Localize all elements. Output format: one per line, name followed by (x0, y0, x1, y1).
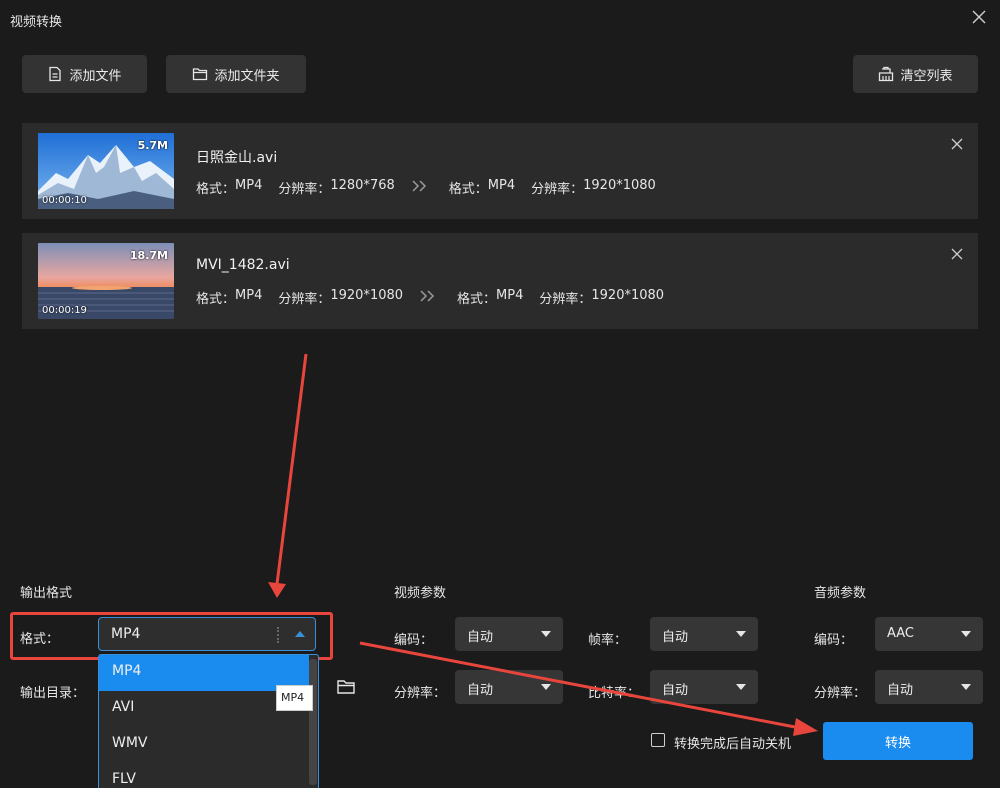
remove-file-icon[interactable] (950, 137, 964, 151)
file-size: 18.7M (129, 249, 168, 262)
src-format-label: 格式： (196, 292, 236, 307)
add-folder-button[interactable]: 添加文件夹 (166, 55, 306, 93)
file-size: 5.7M (137, 139, 168, 152)
framerate-value: 自动 (662, 630, 689, 645)
file-row[interactable]: 5.7M 00:00:10 日照金山.avi 格式： MP4 分辨率： 1280… (22, 123, 978, 219)
file-name: 日照金山.avi (196, 150, 278, 166)
framerate-label: 帧率： (588, 633, 628, 648)
src-format-label: 格式： (196, 182, 236, 197)
file-info: 格式： MP4 分辨率： 1920*1080 格式： MP4 分辨率： 1920… (196, 288, 664, 307)
add-folder-label: 添加文件夹 (214, 68, 280, 84)
file-row[interactable]: 18.7M 00:00:19 MVI_1482.avi 格式： MP4 分辨率：… (22, 233, 978, 329)
caret-down-icon (541, 631, 551, 637)
video-res-value: 自动 (467, 683, 494, 698)
caret-down-icon (541, 684, 551, 690)
window-title: 视频转换 (10, 15, 63, 30)
dst-format: MP4 (487, 178, 516, 193)
dropdown-scrollbar[interactable] (309, 659, 317, 785)
video-thumbnail: 5.7M 00:00:10 (38, 133, 174, 209)
src-format: MP4 (235, 288, 263, 303)
auto-shutdown-label: 转换完成后自动关机 (674, 737, 792, 752)
audio-codec-dropdown[interactable]: AAC (875, 617, 983, 651)
audio-res-value: 自动 (887, 683, 914, 698)
annotation-highlight-box (10, 612, 333, 660)
caret-down-icon (961, 631, 971, 637)
bitrate-label: 比特率： (588, 686, 641, 701)
audio-res-dropdown[interactable]: 自动 (875, 670, 983, 704)
convert-button[interactable]: 转换 (823, 722, 973, 760)
output-dir-label: 输出目录： (20, 686, 86, 701)
option-tooltip: MP4 (276, 685, 313, 711)
audio-res-label: 分辨率： (814, 686, 867, 701)
dst-res: 1920*1080 (583, 178, 656, 193)
folder-icon (193, 68, 208, 81)
broom-icon (879, 66, 894, 82)
bitrate-dropdown[interactable]: 自动 (650, 670, 758, 704)
src-res: 1280*768 (330, 178, 395, 193)
clear-list-button[interactable]: 清空列表 (853, 55, 978, 93)
video-res-dropdown[interactable]: 自动 (455, 670, 563, 704)
auto-shutdown-checkbox[interactable] (651, 733, 665, 747)
dst-res-label: 分辨率： (539, 292, 592, 307)
add-file-button[interactable]: 添加文件 (22, 55, 147, 93)
video-codec-value: 自动 (467, 630, 494, 645)
src-res: 1920*1080 (330, 288, 404, 303)
file-icon (49, 66, 62, 82)
file-info: 格式： MP4 分辨率： 1280*768 格式： MP4 分辨率： 1920*… (196, 178, 656, 197)
format-option[interactable]: WMV (99, 727, 309, 763)
file-name: MVI_1482.avi (196, 257, 290, 273)
format-option[interactable]: FLV (99, 763, 309, 788)
video-codec-label: 编码： (394, 633, 434, 648)
video-codec-dropdown[interactable]: 自动 (455, 617, 563, 651)
clear-list-label: 清空列表 (900, 68, 953, 84)
format-dropdown-list[interactable]: MP4 AVI WMV FLV (98, 654, 319, 788)
framerate-dropdown[interactable]: 自动 (650, 617, 758, 651)
src-format: MP4 (235, 178, 263, 193)
file-duration: 00:00:10 (42, 195, 87, 206)
dst-format-label: 格式： (457, 292, 497, 307)
dst-format-label: 格式： (448, 182, 488, 197)
dst-format: MP4 (496, 288, 524, 303)
close-icon[interactable] (970, 8, 988, 26)
double-chevron-right-icon (420, 290, 435, 302)
add-file-label: 添加文件 (69, 68, 122, 84)
caret-down-icon (736, 631, 746, 637)
audio-codec-value: AAC (887, 626, 914, 641)
src-res-label: 分辨率： (278, 292, 331, 307)
video-section-title: 视频参数 (394, 586, 447, 601)
dst-res: 1920*1080 (591, 288, 665, 303)
video-res-label: 分辨率： (394, 686, 447, 701)
audio-section-title: 音频参数 (814, 586, 867, 601)
video-thumbnail: 18.7M 00:00:19 (38, 243, 174, 319)
file-duration: 00:00:19 (42, 305, 87, 316)
output-section-title: 输出格式 (20, 586, 73, 601)
folder-icon[interactable] (336, 677, 356, 697)
double-chevron-right-icon (412, 180, 426, 192)
caret-down-icon (736, 684, 746, 690)
dst-res-label: 分辨率： (531, 182, 584, 197)
caret-down-icon (961, 684, 971, 690)
src-res-label: 分辨率： (278, 182, 331, 197)
bitrate-value: 自动 (662, 683, 689, 698)
remove-file-icon[interactable] (950, 247, 964, 261)
audio-codec-label: 编码： (814, 633, 854, 648)
